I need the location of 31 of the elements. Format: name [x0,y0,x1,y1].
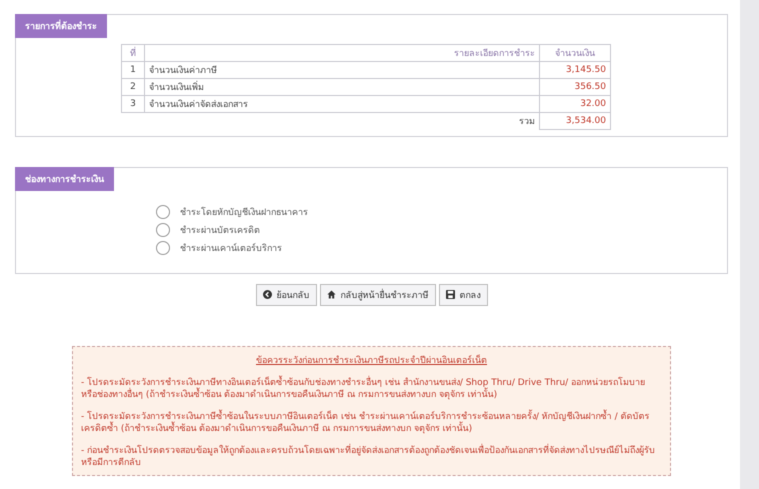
column-header: ที่ [122,44,144,62]
option-label: ชำระผ่านเคาน์เตอร์บริการ [180,242,282,254]
notice-paragraph: - โปรดระมัดระวังการชำระเงินภาษีทางอินเตอร์เน็ตซ้ำซ้อนกับช่องทางชำระอื่นๆ เช่น สำนักงานขนส่ง/ Shop Thru/ Drive Thru/ ออกหน่วยรถโมบาย หรือช่องทางอื่นๆ (ถ้าชำระเงินซ้ำซ้อน ต้องมาดำเนินการขอคืนเงินภาษี ณ กรมการขนส่งทางบก จตุจักร เท่านั้น) [81,376,646,401]
table-cell: 356.50 [540,78,610,96]
notice-paragraph: - โปรดระมัดระวังการชำระเงินภาษีซ้ำซ้อนในระบบภาษีอินเตอร์เน็ต เช่น ชำระผ่านเคาน์เตอร์บริการชำระซ้อนหลายครั้ง/ หักบัญชีเงินฝากซ้ำ / ตัดบัตรเครดิตซ้ำ (ถ้าชำระเงินซ้ำซ้อน ต้องมาดำเนินการขอคืนเงินภาษี ณ กรมการขนส่งทางบก จตุจักร เท่านั้น) [81,410,650,436]
option-label: ชำระผ่านบัตรเครดิต [180,224,260,236]
table-cell: จำนวนเงินค่าภาษี [144,62,540,78]
notice-paragraph: - ก่อนชำระเงินโปรดตรวจสอบข้อมูลให้ถูกต้องและครบถ้วนโดยเฉพาะที่อยู่จัดส่งเอกสารต้องถูกต้องชัดเจนเพื่อป้องกันเอกสารที่จัดส่งทางไปรษณีย์ไม่ถึงผู้รับหรือมีการตีกลับ [81,445,662,470]
home-button[interactable]: กลับสู่หน้ายื่นชำระภาษี [320,284,436,306]
table-cell: 2 [122,78,144,96]
column-header: รายละเอียดการชำระ [144,44,540,62]
table-cell: 1 [122,62,144,78]
section-title: ช่องทางการชำระเงิน [15,166,114,190]
column-header: จำนวนเงิน [540,44,610,62]
home-icon [326,290,336,299]
radio-button[interactable] [156,240,170,254]
table-cell: 3,534.00 [540,112,610,129]
radio-button[interactable] [156,222,170,236]
back-icon [262,290,272,299]
table-cell: 3,145.50 [540,62,610,78]
table-cell: 32.00 [540,96,610,112]
section-title: รายการที่ต้องชำระ [15,14,107,38]
save-button[interactable]: ตกลง [438,284,488,306]
radio-button[interactable] [156,204,170,218]
option-label: ชำระโดยหักบัญชีเงินฝากธนาคาร [180,206,308,218]
total-label: รวม [144,112,540,129]
table-cell: จำนวนเงินเพิ่ม [144,78,540,96]
table-cell: จำนวนเงินค่าจัดส่งเอกสาร [144,96,540,112]
notice-title: ข้อควรระวังก่อนการชำระเงินภาษีรถประจำปีผ่านอินเตอร์เน็ต [256,354,487,366]
table-cell: 3 [122,96,144,112]
back-button[interactable]: ย้อนกลับ [256,284,316,306]
